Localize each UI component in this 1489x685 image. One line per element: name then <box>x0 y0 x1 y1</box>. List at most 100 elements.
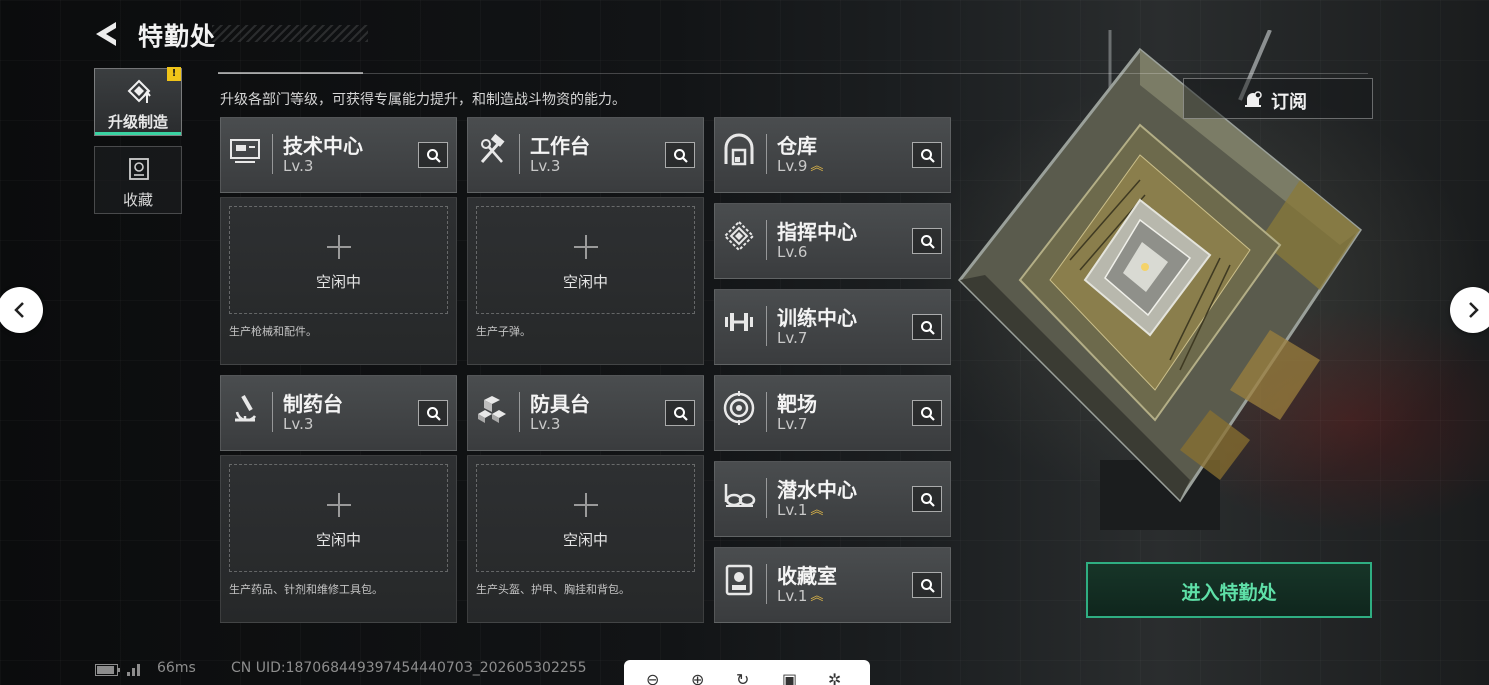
facility-name: 潜水中心 <box>777 478 857 502</box>
facility-name: 收藏室 <box>777 564 837 588</box>
slot-status: 空闲中 <box>562 531 608 549</box>
facility-level: Lv.9 ︽ <box>777 157 823 175</box>
facility-level: Lv.3 <box>283 415 314 433</box>
facility-name: 靶场 <box>777 392 817 416</box>
back-button[interactable] <box>92 18 124 50</box>
facility-card-tech-center[interactable]: 技术中心 Lv.3 <box>220 117 457 193</box>
page-title: 特勤处 <box>138 22 217 51</box>
search-icon <box>427 407 441 421</box>
facility-name: 工作台 <box>530 134 590 158</box>
alert-badge: ! <box>167 67 181 81</box>
microscope-icon <box>235 395 257 422</box>
trophy-room-icon <box>725 564 753 596</box>
facility-level: Lv.3 <box>530 415 561 433</box>
facility-detail-button[interactable] <box>912 400 942 426</box>
facility-card-diving-center[interactable]: 潜水中心 Lv.1 ︽ <box>714 461 951 537</box>
card-separator <box>766 392 767 432</box>
chevron-left-icon <box>14 302 24 318</box>
card-separator <box>519 134 520 174</box>
armor-blocks-icon <box>478 396 506 423</box>
facility-detail-button[interactable] <box>912 572 942 598</box>
search-icon <box>921 149 935 163</box>
upgrade-available-icon: ︽ <box>810 503 824 518</box>
user-uid: CN UID:18706844939745444070З_20260530225… <box>231 660 587 676</box>
dumbbell-icon <box>725 313 753 331</box>
plus-icon <box>573 235 598 259</box>
screen-toolbar: ⊖ ⊕ ↻ ▣ ✲ <box>624 660 870 685</box>
plus-icon <box>573 493 598 517</box>
production-slot-workbench: 空闲中 生产子弹。 <box>467 197 704 365</box>
facility-level-value: Lv.9 <box>777 157 808 175</box>
plus-icon <box>326 235 351 259</box>
rotate-icon[interactable]: ↻ <box>736 672 749 685</box>
facility-card-workbench[interactable]: 工作台 Lv.3 <box>467 117 704 193</box>
signal-icon <box>127 664 140 676</box>
facility-name: 训练中心 <box>777 306 857 330</box>
facility-card-pharmacy[interactable]: 制药台 Lv.3 <box>220 375 457 451</box>
facility-level: Lv.1 ︽ <box>777 501 823 519</box>
slot-description: 生产药品、针剂和维修工具包。 <box>229 583 383 596</box>
facility-level-value: Lv.1 <box>777 501 808 519</box>
zoom-out-icon[interactable]: ⊖ <box>646 672 659 685</box>
tab-upgrade-build[interactable]: 升级制造 ! <box>94 67 182 136</box>
plus-icon <box>326 493 351 517</box>
tab-label: 升级制造 <box>107 113 168 131</box>
settings-icon[interactable]: ✲ <box>828 672 841 685</box>
header-divider-accent <box>218 72 363 74</box>
slot-status: 空闲中 <box>562 273 608 291</box>
facility-detail-button[interactable] <box>665 400 695 426</box>
facility-name: 指挥中心 <box>777 220 857 244</box>
production-slot-button[interactable]: 空闲中 <box>229 206 448 314</box>
facility-detail-button[interactable] <box>912 486 942 512</box>
production-slot-button[interactable]: 空闲中 <box>476 206 695 314</box>
facility-card-armor-bench[interactable]: 防具台 Lv.3 <box>467 375 704 451</box>
production-slot-button[interactable]: 空闲中 <box>476 464 695 572</box>
screenshot-icon[interactable]: ▣ <box>782 672 797 685</box>
facility-detail-button[interactable] <box>912 314 942 340</box>
production-slot-tech-center: 空闲中 生产枪械和配件。 <box>220 197 457 365</box>
zoom-in-icon[interactable]: ⊕ <box>691 672 704 685</box>
card-separator <box>766 478 767 518</box>
subscribe-bell-icon <box>1245 91 1262 107</box>
facility-name: 防具台 <box>530 392 590 416</box>
title-decoration <box>212 25 368 42</box>
facility-detail-button[interactable] <box>912 228 942 254</box>
facility-level: Lv.3 <box>530 157 561 175</box>
upgrade-available-icon: ︽ <box>810 589 824 604</box>
command-center-icon <box>723 220 755 252</box>
facility-detail-button[interactable] <box>665 142 695 168</box>
card-separator <box>272 134 273 174</box>
facility-card-training-center[interactable]: 训练中心 Lv.7 <box>714 289 951 365</box>
facility-level: Lv.1 ︽ <box>777 587 823 605</box>
search-icon <box>921 493 935 507</box>
facility-name: 制药台 <box>283 392 343 416</box>
search-icon <box>921 321 935 335</box>
upgrade-build-icon <box>127 79 151 103</box>
search-icon <box>674 149 688 163</box>
hammer-wrench-icon <box>480 133 505 163</box>
facility-detail-button[interactable] <box>912 142 942 168</box>
facility-card-command-center[interactable]: 指挥中心 Lv.6 <box>714 203 951 279</box>
facility-level: Lv.7 <box>777 329 808 347</box>
production-slot-pharmacy: 空闲中 生产药品、针剂和维修工具包。 <box>220 455 457 623</box>
search-icon <box>921 407 935 421</box>
facility-detail-button[interactable] <box>418 142 448 168</box>
facility-card-trophy-room[interactable]: 收藏室 Lv.1 ︽ <box>714 547 951 623</box>
warehouse-icon <box>724 133 754 166</box>
computer-icon <box>230 139 260 163</box>
production-slot-button[interactable]: 空闲中 <box>229 464 448 572</box>
facility-level: Lv.3 <box>283 157 314 175</box>
facility-level-value: Lv.1 <box>777 587 808 605</box>
facility-card-shooting-range[interactable]: 靶场 Lv.7 <box>714 375 951 451</box>
facility-card-warehouse[interactable]: 仓库 Lv.9 ︽ <box>714 117 951 193</box>
tab-collection[interactable]: 收藏 <box>94 146 182 214</box>
next-page-button[interactable] <box>1450 287 1489 333</box>
facility-level: Lv.7 <box>777 415 808 433</box>
ping-readout: 66ms <box>157 660 196 676</box>
subscribe-button[interactable]: 订阅 <box>1183 78 1373 119</box>
card-separator <box>519 392 520 432</box>
facility-detail-button[interactable] <box>418 400 448 426</box>
enter-special-ops-button[interactable]: 进入特勤处 <box>1086 562 1372 618</box>
enter-button-label: 进入特勤处 <box>1181 582 1277 604</box>
slot-status: 空闲中 <box>315 273 361 291</box>
